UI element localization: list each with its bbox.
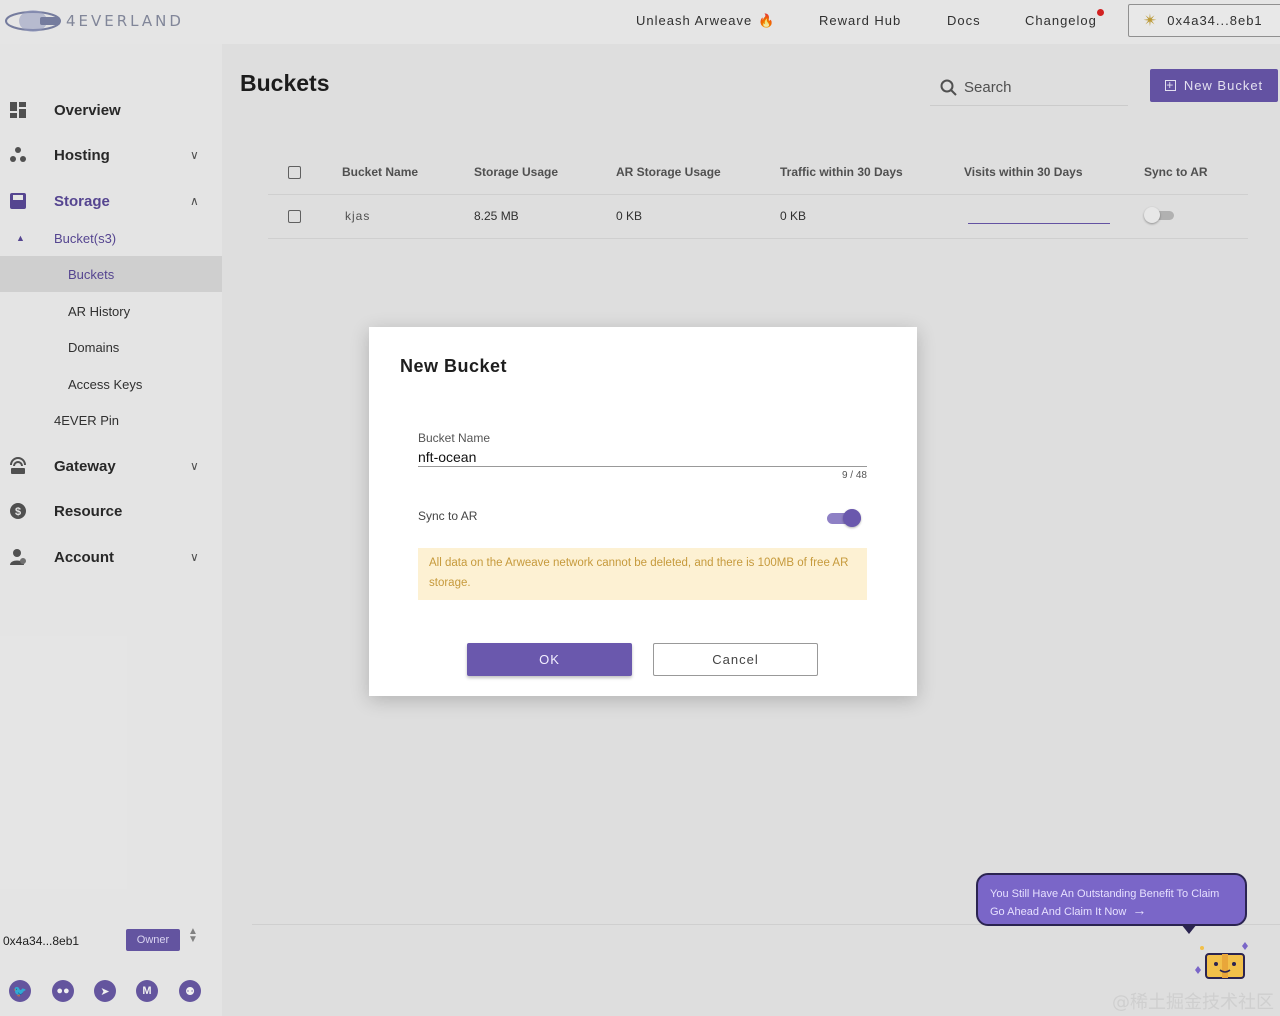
watermark-text: @稀土掘金技术社区 [1112,992,1274,1013]
claim-line-1: You Still Have An Outstanding Benefit To… [990,888,1220,900]
ok-button[interactable]: OK [467,643,632,676]
bucket-name-input[interactable] [418,447,867,467]
claim-line-2-row: Go Ahead And Claim It Now → [990,902,1233,920]
bucket-name-label: Bucket Name [418,431,491,445]
arweave-warning: All data on the Arweave network cannot b… [418,548,867,600]
switch-knob [843,509,861,527]
banner-pointer [1181,924,1197,934]
claim-line-2: Go Ahead And Claim It Now [990,906,1127,918]
claim-benefit-banner[interactable]: You Still Have An Outstanding Benefit To… [976,873,1247,926]
sync-to-ar-switch[interactable] [825,507,865,529]
cancel-button[interactable]: Cancel [653,643,818,676]
gift-mascot-icon[interactable] [1192,940,1252,984]
char-counter: 9 / 48 [841,470,867,481]
sync-to-ar-label: Sync to AR [418,509,478,523]
new-bucket-dialog: New Bucket Bucket Name 9 / 48 Sync to AR… [369,327,917,696]
dialog-title: New Bucket [400,356,508,376]
arrow-right-icon: → [1132,902,1147,918]
